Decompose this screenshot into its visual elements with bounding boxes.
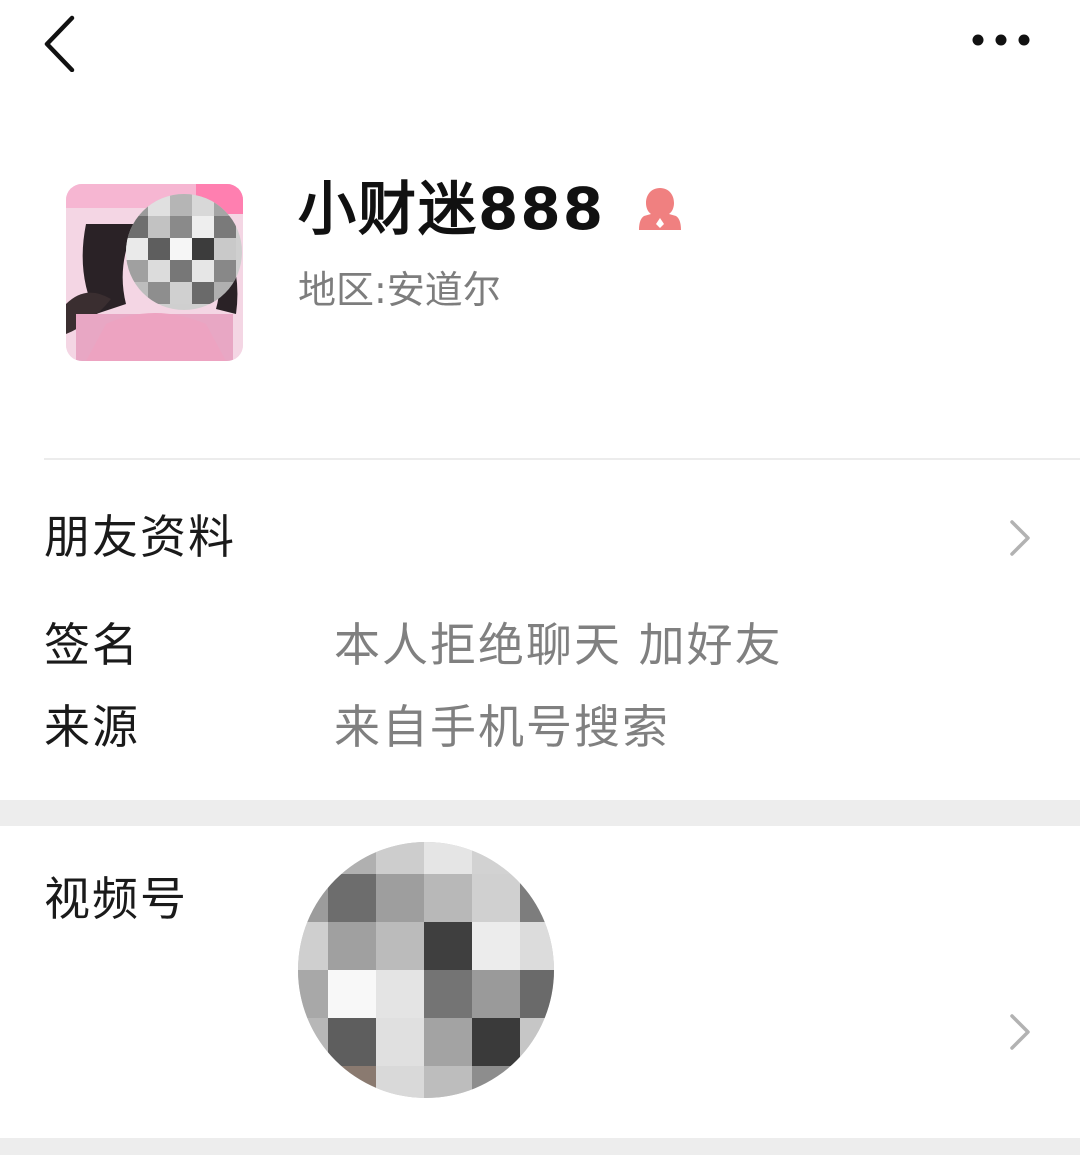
channel-thumbnail — [298, 842, 554, 1098]
channels-label: 视频号 — [44, 872, 188, 926]
friend-profile-row[interactable]: 朋友资料 — [0, 490, 1080, 586]
chevron-left-icon — [44, 15, 75, 73]
signature-label: 签名 — [44, 618, 140, 672]
female-user-icon — [636, 186, 684, 232]
avatar-image — [66, 184, 243, 361]
signature-value: 本人拒绝聊天 加好友 — [334, 618, 783, 672]
more-options-button[interactable] — [966, 22, 1036, 58]
bottom-separator — [0, 1138, 1080, 1155]
friend-profile-label: 朋友资料 — [44, 510, 236, 564]
profile-header: 小财迷888 地区:安道尔 — [0, 150, 1080, 390]
channels-row[interactable]: 视频号 — [0, 826, 1080, 1138]
source-value: 来自手机号搜索 — [334, 700, 670, 754]
chevron-right-icon — [1010, 1014, 1030, 1050]
avatar[interactable] — [66, 184, 243, 361]
nickname: 小财迷888 — [298, 175, 606, 243]
section-separator — [0, 800, 1080, 826]
divider — [44, 458, 1080, 460]
source-label: 来源 — [44, 700, 140, 754]
signature-row: 签名 本人拒绝聊天 加好友 — [0, 612, 1080, 682]
region-text: 地区:安道尔 — [298, 268, 501, 312]
chevron-right-icon — [1010, 520, 1030, 556]
back-button[interactable] — [34, 10, 94, 73]
top-bar — [0, 0, 1080, 90]
source-row: 来源 来自手机号搜索 — [0, 694, 1080, 764]
more-horizontal-icon — [972, 34, 1030, 46]
